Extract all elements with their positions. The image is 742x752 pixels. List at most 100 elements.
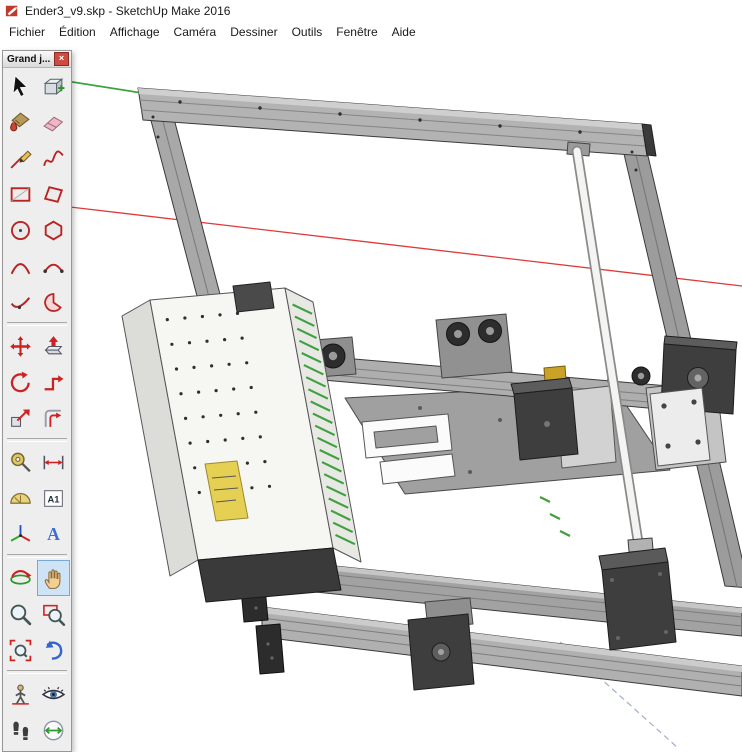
tool-text-button[interactable]: A1 [37, 480, 70, 516]
tool-follow-me-icon [44, 374, 64, 390]
tool-rotate-icon [10, 371, 30, 392]
menu-item-dessiner[interactable]: Dessiner [223, 23, 284, 41]
tool-three-point-arc-button[interactable] [4, 284, 37, 320]
tool-3d-text-button[interactable]: A [37, 516, 70, 552]
tool-select-button[interactable] [4, 68, 37, 104]
tool-push-pull-button[interactable] [37, 328, 70, 364]
tool-axes-icon [10, 524, 31, 542]
tool-walk-icon [13, 721, 29, 740]
tool-line-button[interactable] [4, 140, 37, 176]
palette-header[interactable]: Grand j... × [3, 51, 71, 68]
tool-walk-button[interactable] [4, 712, 37, 748]
tool-scale-button[interactable] [4, 400, 37, 436]
menu-item-affichage[interactable]: Affichage [103, 23, 167, 41]
tool-tape-measure-button[interactable] [4, 444, 37, 480]
tool-look-around-icon [41, 686, 66, 699]
z-motor[interactable] [598, 547, 677, 651]
tool-two-point-arc-button[interactable] [37, 248, 70, 284]
tool-zoom-window-button[interactable] [37, 596, 70, 632]
tool-rectangle-button[interactable] [4, 176, 37, 212]
menu-item-aide[interactable]: Aide [385, 23, 423, 41]
menu-item-camera[interactable]: Caméra [167, 23, 224, 41]
svg-text:A1: A1 [48, 494, 60, 504]
title-bar: Ender3_v9.skp - SketchUp Make 2016 [0, 0, 742, 22]
tool-axes-button[interactable] [4, 516, 37, 552]
tool-rectangle-icon [10, 186, 31, 202]
tool-look-around-button[interactable] [37, 676, 70, 712]
menu-item-fenetre[interactable]: Fenêtre [329, 23, 384, 41]
tool-pie-icon [44, 292, 62, 312]
tool-palette-body: A1 A [3, 68, 71, 748]
tool-make-component-button[interactable] [37, 68, 70, 104]
model-canvas [27, 74, 742, 749]
window-title: Ender3_v9.skp - SketchUp Make 2016 [25, 4, 231, 18]
tool-position-camera-icon [12, 684, 29, 705]
palette-separator [7, 554, 67, 558]
menu-item-edition[interactable]: Édition [52, 23, 103, 41]
menu-bar: Fichier Édition Affichage Caméra Dessiner Out… [0, 22, 742, 43]
tool-tape-measure-icon [11, 452, 31, 472]
tool-polygon-button[interactable] [37, 212, 70, 248]
tool-line-icon [10, 149, 32, 169]
tool-palette: Grand j... × A1 A [2, 50, 72, 752]
tool-text-icon: A1 [44, 489, 63, 507]
tool-orbit-icon [10, 569, 32, 585]
tool-push-pull-icon [44, 335, 63, 354]
tool-freehand-icon [43, 150, 64, 166]
tool-protractor-icon [10, 492, 31, 504]
tool-dimension-icon [43, 455, 64, 469]
palette-title: Grand j... [7, 53, 51, 65]
tool-previous-icon [45, 640, 63, 660]
tool-arc-icon [10, 262, 31, 274]
tool-three-point-arc-icon [10, 296, 31, 309]
tool-previous-button[interactable] [37, 632, 70, 668]
tool-section-plane-icon [43, 720, 64, 740]
tool-make-component-icon [43, 77, 65, 95]
tool-offset-icon [44, 409, 62, 427]
tool-zoom-icon [10, 604, 32, 625]
tool-follow-me-button[interactable] [37, 364, 70, 400]
palette-separator [7, 670, 67, 674]
tool-position-camera-button[interactable] [4, 676, 37, 712]
tool-paint-bucket-icon [10, 111, 30, 131]
tool-rotate-button[interactable] [4, 364, 37, 400]
palette-separator [7, 438, 67, 442]
tool-pan-icon [44, 568, 61, 589]
tool-move-icon [10, 335, 31, 357]
tool-scale-icon [11, 408, 30, 427]
viewport-3d[interactable] [0, 42, 742, 750]
tool-polygon-icon [44, 220, 63, 240]
palette-separator [7, 322, 67, 326]
tool-two-point-arc-icon [43, 263, 64, 273]
tool-paint-bucket-button[interactable] [4, 104, 37, 140]
tool-protractor-button[interactable] [4, 480, 37, 516]
tool-arc-button[interactable] [4, 248, 37, 284]
menu-item-outils[interactable]: Outils [285, 23, 330, 41]
x-motor-assembly[interactable] [645, 335, 738, 471]
tool-eraser-button[interactable] [37, 104, 70, 140]
tool-pan-button[interactable] [37, 560, 70, 596]
menu-item-fichier[interactable]: Fichier [2, 23, 52, 41]
tool-orbit-button[interactable] [4, 560, 37, 596]
palette-close-button[interactable]: × [54, 52, 69, 66]
app-icon [5, 5, 18, 17]
tool-dimension-button[interactable] [37, 444, 70, 480]
y-motor[interactable] [407, 597, 475, 691]
tool-zoom-extents-button[interactable] [4, 632, 37, 668]
tool-zoom-button[interactable] [4, 596, 37, 632]
tool-rotated-rectangle-icon [43, 185, 64, 203]
tool-zoom-extents-icon [9, 639, 32, 661]
tool-eraser-icon [43, 116, 64, 131]
tool-section-plane-button[interactable] [37, 712, 70, 748]
power-supply[interactable] [121, 281, 362, 603]
tool-freehand-button[interactable] [37, 140, 70, 176]
tool-select-icon [12, 74, 28, 97]
tool-zoom-window-icon [43, 604, 66, 626]
tool-move-button[interactable] [4, 328, 37, 364]
tool-rotated-rectangle-button[interactable] [37, 176, 70, 212]
tool-circle-button[interactable] [4, 212, 37, 248]
tool-3d-text-icon: A [47, 524, 60, 544]
tool-offset-button[interactable] [37, 400, 70, 436]
svg-text:A: A [47, 524, 60, 544]
tool-pie-button[interactable] [37, 284, 70, 320]
